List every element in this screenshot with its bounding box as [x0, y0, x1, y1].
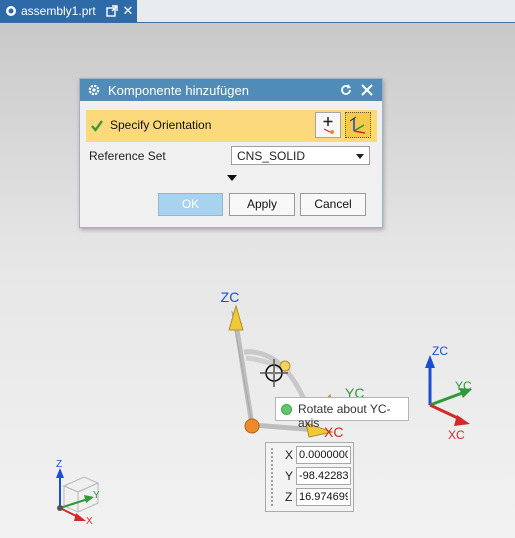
origin-handle[interactable] — [244, 418, 260, 434]
coord-row-y: Y — [280, 467, 352, 485]
tooltip-text: Rotate about YC-axis — [298, 402, 391, 430]
apply-button[interactable]: Apply — [229, 193, 295, 216]
z-input[interactable] — [296, 488, 351, 506]
close-dialog-icon[interactable] — [358, 81, 376, 99]
csys-dialog-button[interactable] — [345, 112, 371, 138]
part-file-icon — [6, 6, 16, 16]
dialog-title-bar[interactable]: Komponente hinzufügen — [80, 79, 382, 101]
expand-more-icon[interactable] — [227, 175, 237, 181]
tab-assembly1[interactable]: assembly1.prt ✕ — [0, 0, 137, 22]
add-component-dialog: Komponente hinzufügen Specify Orientatio… — [79, 78, 383, 228]
triad-yc-label: YC — [455, 379, 472, 393]
specify-orientation-label: Specify Orientation — [110, 118, 212, 132]
tab-label: assembly1.prt — [21, 4, 96, 18]
chevron-down-icon — [356, 154, 364, 159]
point-plus-icon — [323, 117, 334, 134]
coord-row-z: Z — [280, 488, 352, 506]
checkmark-icon — [91, 120, 103, 132]
status-dot-icon — [281, 404, 292, 415]
abs-y-label: Y — [93, 490, 100, 501]
rotate-tooltip: Rotate about YC-axis — [275, 397, 409, 430]
x-label: X — [285, 448, 294, 462]
y-input[interactable] — [296, 467, 351, 485]
coord-row-x: X — [280, 446, 352, 464]
csys-icon — [349, 116, 366, 134]
y-label: Y — [285, 469, 294, 483]
triad-zc-label: ZC — [432, 344, 448, 358]
specify-orientation-row[interactable]: Specify Orientation — [86, 110, 377, 142]
cancel-button[interactable]: Cancel — [300, 193, 366, 216]
point-dialog-button[interactable] — [315, 112, 341, 138]
document-tab-bar: assembly1.prt ✕ — [0, 0, 515, 23]
reference-set-value: CNS_SOLID — [237, 149, 306, 163]
dialog-title: Komponente hinzufügen — [108, 82, 249, 98]
reference-set-select[interactable]: CNS_SOLID — [231, 146, 370, 165]
x-input[interactable] — [296, 446, 351, 464]
abs-x-label: X — [86, 516, 93, 527]
abs-z-label: Z — [56, 459, 62, 470]
z-label: Z — [285, 490, 293, 504]
reset-icon[interactable] — [337, 81, 355, 99]
triad-xc-label: XC — [448, 428, 465, 442]
undock-tab-icon[interactable] — [104, 3, 120, 19]
gear-icon — [88, 84, 100, 96]
drag-grip-icon[interactable] — [270, 447, 274, 507]
ok-button[interactable]: OK — [158, 193, 223, 216]
close-tab-icon[interactable]: ✕ — [120, 3, 136, 19]
reference-set-label: Reference Set — [89, 149, 166, 163]
coordinate-entry-panel: X Y Z — [265, 442, 354, 512]
zc-label: ZC — [221, 289, 240, 305]
